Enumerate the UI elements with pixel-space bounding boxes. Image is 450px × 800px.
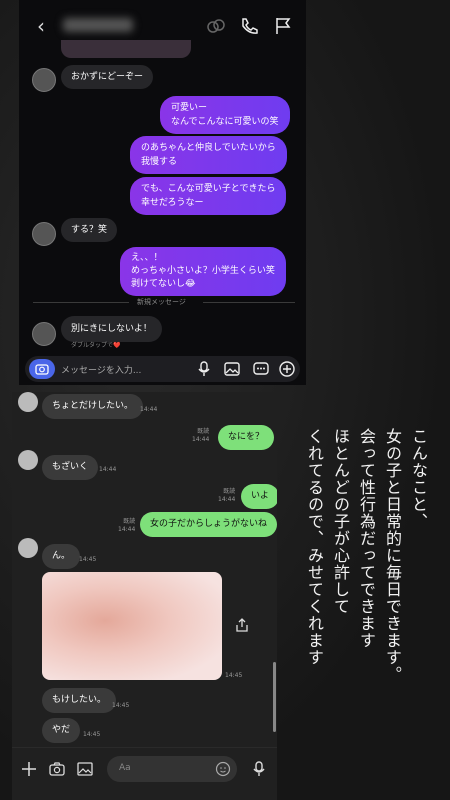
caption-line: ほとんどの子が心許して: [331, 428, 350, 615]
message-composer: Aa: [12, 747, 277, 790]
sticker-icon[interactable]: [206, 16, 226, 36]
avatar: [18, 450, 38, 470]
read-receipt: 既読 14:44: [192, 428, 210, 443]
new-messages-divider: 新規メッセージ: [33, 297, 295, 307]
message-bubble-out: なにを？: [218, 425, 275, 450]
timestamp: 14:45: [79, 556, 97, 563]
add-icon[interactable]: [278, 360, 296, 378]
message-bubble-in: もざいく: [42, 455, 99, 480]
flag-icon[interactable]: [273, 16, 293, 36]
message-input[interactable]: メッセージを入力...: [61, 363, 141, 376]
back-arrow-icon[interactable]: ‹: [37, 14, 45, 38]
shared-image[interactable]: [42, 572, 222, 680]
timestamp: 14:45: [112, 702, 130, 709]
line-chat-panel: ちょとだけしたい。 14:44 既読 14:44 なにを？ もざいく 14:44 …: [12, 392, 277, 800]
avatar: [18, 392, 38, 412]
camera-icon: [35, 364, 49, 375]
timestamp: 14:44: [99, 466, 117, 473]
sticker-chat-icon[interactable]: [252, 360, 270, 378]
message-input[interactable]: Aa: [107, 756, 237, 782]
plus-icon[interactable]: [20, 760, 38, 778]
message-bubble-in: 別にきにしないよ！: [61, 316, 162, 342]
timestamp: 14:45: [225, 672, 243, 679]
timestamp: 14:45: [83, 731, 101, 738]
phone-icon[interactable]: [239, 16, 259, 36]
microphone-icon[interactable]: [195, 360, 213, 378]
message-bubble-out: でも、こんな可愛い子とできたら 幸せだろうなー: [130, 177, 287, 215]
microphone-icon[interactable]: [250, 760, 268, 778]
avatar: [18, 538, 38, 558]
message-composer: メッセージを入力...: [25, 356, 300, 382]
caption-line: 会って性行為だってできます: [357, 428, 376, 649]
message-bubble-out: いよ: [241, 484, 277, 509]
emoji-icon[interactable]: [215, 761, 231, 777]
blurred-username: [63, 18, 133, 32]
message-placeholder: Aa: [119, 763, 131, 773]
share-icon[interactable]: [234, 617, 250, 633]
new-messages-label: 新規メッセージ: [133, 297, 190, 307]
avatar: [32, 68, 56, 92]
vertical-caption: こんなこと、 女の子と日常的に毎日できます。 会って性行為だってできます ほとん…: [300, 428, 430, 728]
timestamp: 14:44: [140, 406, 158, 413]
message-bubble-in: ちょとだけしたい。: [42, 394, 144, 419]
shared-photo-bottom: [61, 40, 191, 58]
caption-line: 女の子と日常的に毎日できます。: [383, 428, 402, 683]
message-bubble-out: 女の子だからしょうがないね: [140, 512, 277, 537]
avatar: [32, 322, 56, 346]
double-tap-hint: ダブルタップで❤️: [71, 342, 121, 349]
message-bubble-out: のあちゃんと仲良しでいたいから 我慢する: [130, 136, 287, 174]
message-bubble-in: する？笑: [61, 218, 118, 242]
message-bubble-in: やだ: [42, 718, 81, 743]
camera-button[interactable]: [29, 359, 55, 379]
read-receipt: 既読 14:44: [218, 488, 236, 503]
camera-icon[interactable]: [48, 760, 66, 778]
scrollbar[interactable]: [273, 662, 276, 732]
caption-line: くれてるので、みせてくれます: [305, 428, 324, 666]
gallery-icon[interactable]: [223, 360, 241, 378]
message-bubble-in: もけしたい。: [42, 688, 117, 713]
image-icon[interactable]: [76, 760, 94, 778]
message-bubble-in: ん。: [42, 544, 81, 569]
message-bubble-in: おかずにどーぞー: [61, 65, 154, 89]
read-receipt: 既読 14:44: [118, 518, 136, 533]
message-bubble-out: え、、！ めっちゃ小さいよ？小学生くらい笑 剥けてないし😂: [120, 247, 286, 296]
avatar: [32, 222, 56, 246]
instagram-dm-panel: ‹ おかずにどーぞー 可愛いー なんでこんなに可愛いの笑 のあちゃんと仲良しでい…: [19, 0, 306, 385]
caption-line: こんなこと、: [409, 428, 428, 530]
message-bubble-out: 可愛いー なんでこんなに可愛いの笑: [160, 96, 290, 134]
